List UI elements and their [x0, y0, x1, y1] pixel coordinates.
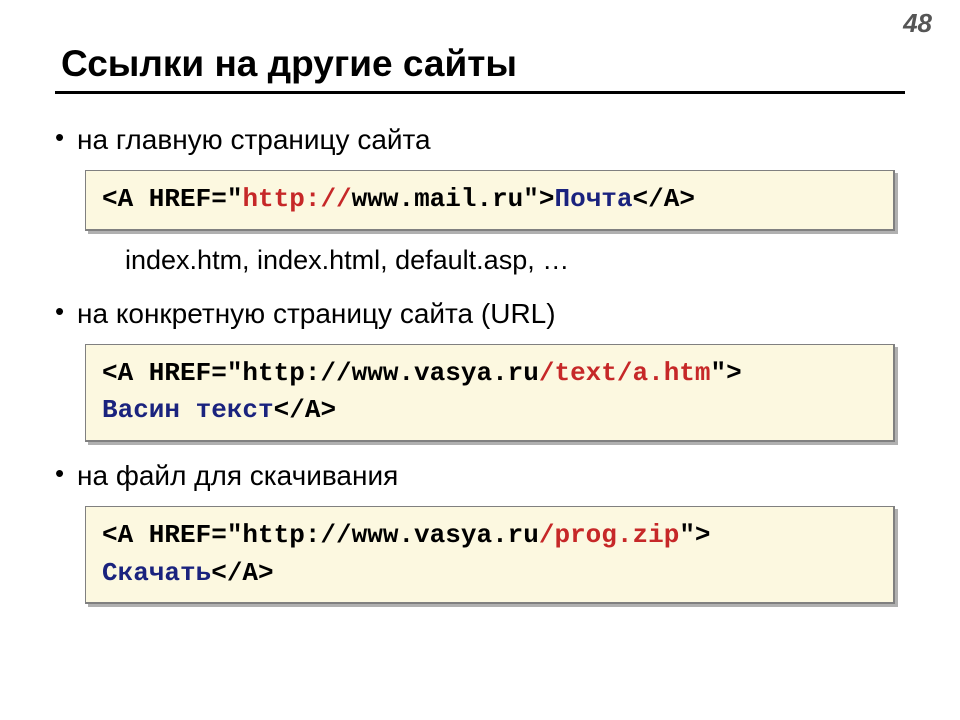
code-protocol: http://	[242, 184, 351, 214]
code-text: </A>	[633, 184, 695, 214]
code-text: www.mail.ru">	[352, 184, 555, 214]
page-number: 48	[903, 8, 932, 39]
code-example-3: <A HREF="http://www.vasya.ru/prog.zip"> …	[85, 506, 895, 604]
code-example-2: <A HREF="http://www.vasya.ru/text/a.htm"…	[85, 344, 895, 442]
bullet-main-page: на главную страницу сайта	[55, 124, 905, 156]
code-text: <A HREF="	[102, 184, 242, 214]
subtext-index-files: index.htm, index.html, default.asp, …	[125, 245, 905, 276]
code-linktext: Васин текст	[102, 395, 274, 425]
code-text: </A>	[211, 558, 273, 588]
code-linktext: Почта	[555, 184, 633, 214]
code-text: <A HREF="http://www.vasya.ru	[102, 358, 539, 388]
bullet-download-file: на файл для скачивания	[55, 460, 905, 492]
code-text: </A>	[274, 395, 336, 425]
code-example-1: <A HREF="http://www.mail.ru">Почта</A>	[85, 170, 895, 231]
slide: 48 Ссылки на другие сайты на главную стр…	[0, 0, 960, 720]
code-linktext: Скачать	[102, 558, 211, 588]
code-text: ">	[679, 520, 710, 550]
code-text: <A HREF="http://www.vasya.ru	[102, 520, 539, 550]
code-path: /prog.zip	[539, 520, 679, 550]
code-text: ">	[711, 358, 742, 388]
slide-title: Ссылки на другие сайты	[55, 43, 905, 94]
bullet-specific-page: на конкретную страницу сайта (URL)	[55, 298, 905, 330]
code-path: /text/a.htm	[539, 358, 711, 388]
